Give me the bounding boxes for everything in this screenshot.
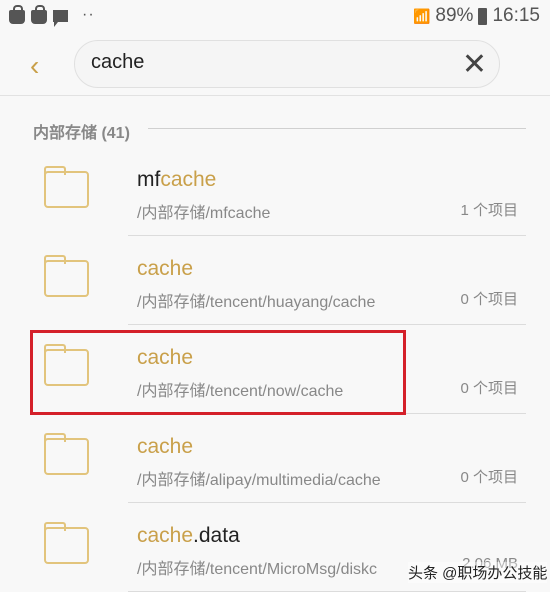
item-title: cache: [137, 435, 193, 459]
list-item[interactable]: cache /内部存储/alipay/multimedia/cache 0 个项…: [0, 414, 550, 503]
title-match: cache: [137, 435, 194, 458]
status-bar: ·· 📶 89% 16:15: [0, 0, 550, 34]
item-meta: 1 个项目: [460, 202, 518, 219]
item-meta: 0 个项目: [460, 469, 518, 486]
folder-icon: [44, 522, 89, 564]
watermark: 头条 @职场办公技能: [408, 562, 548, 583]
item-title: cache.data: [137, 524, 240, 548]
item-title: mfcache: [137, 168, 216, 192]
list-item[interactable]: cache /内部存储/tencent/huayang/cache 0 个项目: [0, 236, 550, 325]
folder-icon: [44, 166, 89, 208]
title-suffix: .data: [193, 524, 240, 547]
item-meta: 0 个项目: [460, 380, 518, 397]
search-header: ‹ ✕: [0, 34, 550, 96]
folder-icon: [44, 255, 89, 297]
title-match: cache: [137, 257, 194, 280]
item-title: cache: [137, 257, 193, 281]
shopping-bag-icon: [9, 5, 25, 24]
message-icon: [53, 10, 68, 27]
battery-icon: [478, 7, 488, 25]
item-path: /内部存储/alipay/multimedia/cache: [137, 472, 381, 489]
list-item[interactable]: mfcache /内部存储/mfcache 1 个项目: [0, 147, 550, 236]
wifi-icon: 📶: [412, 7, 431, 24]
battery-percent: 89%: [435, 5, 474, 26]
clock: 16:15: [492, 5, 540, 26]
item-path: /内部存储/tencent/huayang/cache: [137, 294, 376, 311]
search-input[interactable]: [91, 51, 451, 74]
item-path: /内部存储/mfcache: [137, 205, 271, 222]
title-prefix: mf: [137, 168, 161, 191]
more-dots-icon: ··: [82, 6, 95, 23]
section-divider: [148, 128, 526, 129]
folder-icon: [44, 433, 89, 475]
chevron-left-icon[interactable]: ‹: [30, 50, 39, 82]
item-path: /内部存储/tencent/MicroMsg/diskc: [137, 561, 378, 578]
highlight-box: [30, 330, 406, 415]
shopping-bag-icon: [31, 5, 47, 24]
title-match: cache: [160, 168, 217, 191]
search-box: ✕: [74, 40, 500, 88]
close-icon[interactable]: ✕: [462, 47, 487, 82]
item-meta: 0 个项目: [460, 291, 518, 308]
section-header: 内部存储 (41): [33, 125, 130, 142]
title-match: cache: [137, 524, 194, 547]
